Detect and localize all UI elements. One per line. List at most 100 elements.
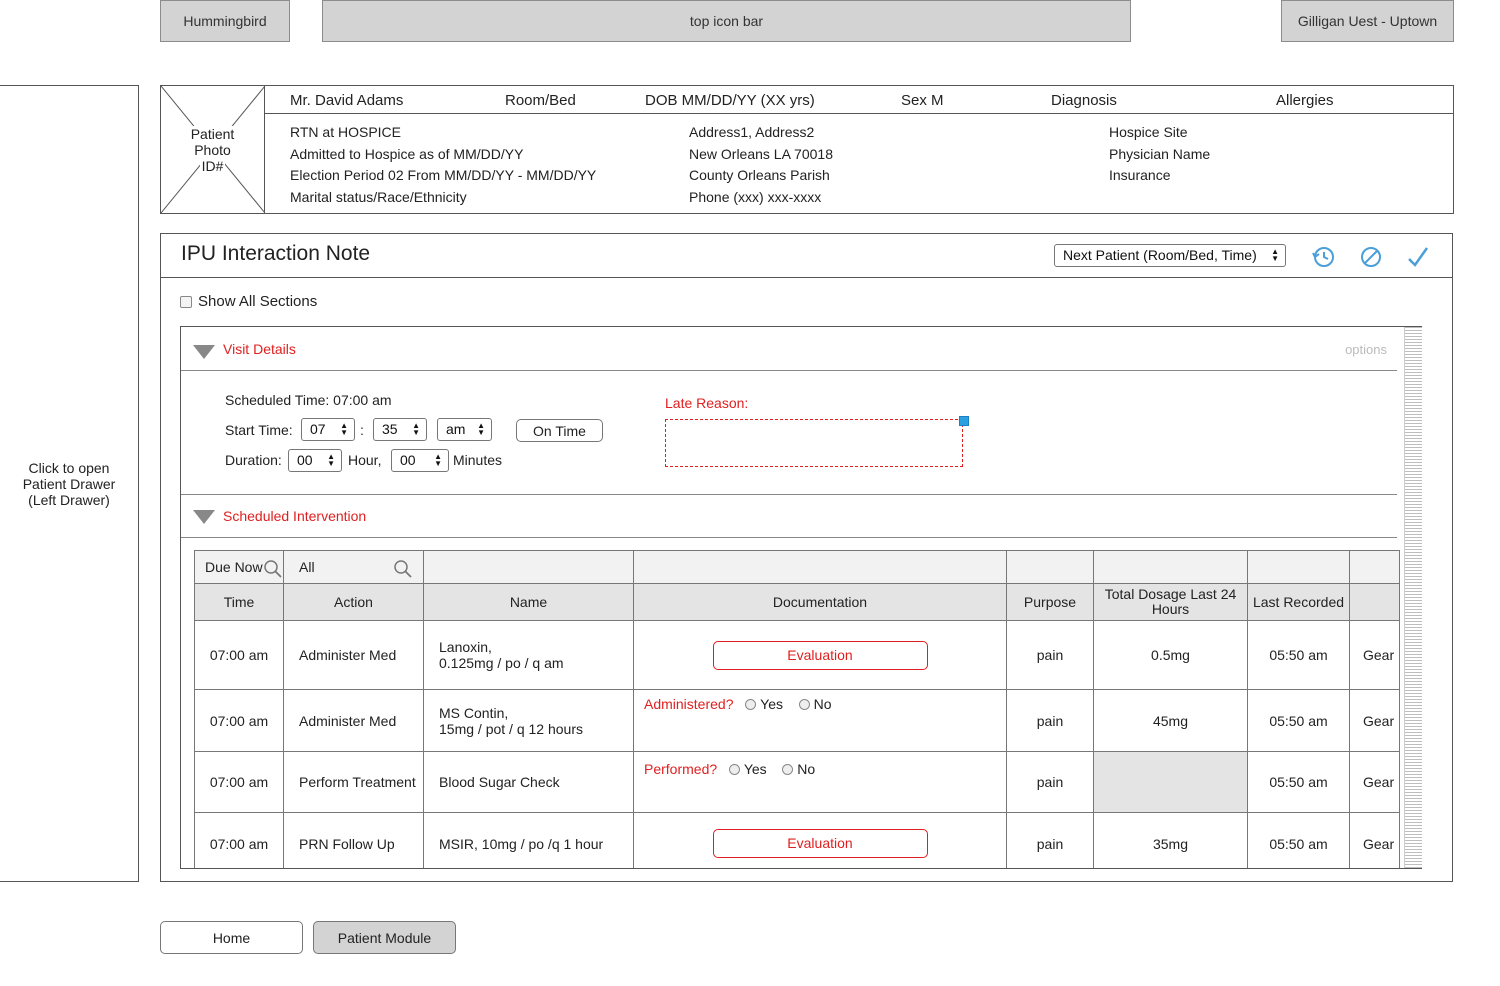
next-patient-select[interactable]: Next Patient (Room/Bed, Time) ▲ ▼	[1054, 244, 1286, 267]
col-header-documentation[interactable]: Documentation	[633, 583, 1007, 621]
patient-header: Patient Photo ID# Mr. David Adams Room/B…	[160, 85, 1454, 214]
med-name: MS Contin,	[439, 704, 509, 721]
photo-label-line: Photo	[192, 142, 233, 158]
radio-yes[interactable]	[745, 699, 757, 710]
start-ampm-select[interactable]: am ▲ ▼	[437, 418, 492, 441]
visit-details-header[interactable]: Visit Details options	[181, 327, 1397, 371]
patient-module-button[interactable]: Patient Module	[313, 921, 456, 954]
cancel-icon[interactable]	[1358, 244, 1384, 270]
select-arrows-icon: ▲ ▼	[327, 452, 335, 468]
yes-label: Yes	[760, 696, 784, 712]
collapse-triangle-icon	[193, 510, 215, 524]
cell-purpose: pain	[1006, 689, 1094, 752]
history-icon[interactable]	[1311, 244, 1337, 270]
select-arrows-icon: ▲ ▼	[340, 421, 348, 437]
options-link[interactable]: options	[1345, 342, 1387, 357]
duration-hours-select[interactable]: 00 ▲ ▼	[288, 449, 342, 472]
note-title-bar: IPU Interaction Note Next Patient (Room/…	[161, 234, 1452, 278]
cell-name: Lanoxin, 0.125mg / po / q am	[423, 620, 634, 690]
scheduled-intervention-header[interactable]: Scheduled Intervention	[181, 494, 1397, 538]
gear-button[interactable]: Gear	[1349, 620, 1400, 690]
photo-label: Patient Photo ID#	[161, 126, 264, 174]
radio-no[interactable]	[798, 699, 810, 710]
cell-action: PRN Follow Up	[283, 812, 424, 868]
info-line: Admitted to Hospice as of MM/DD/YY	[290, 145, 524, 162]
diagnosis: Diagnosis	[1051, 92, 1117, 109]
cell-action: Administer Med	[283, 620, 424, 690]
filter-cell	[1006, 550, 1094, 584]
info-line: New Orleans LA 70018	[689, 145, 833, 162]
evaluation-button[interactable]: Evaluation	[712, 829, 928, 858]
select-arrows-icon: ▲ ▼	[412, 421, 420, 437]
dob: DOB MM/DD/YY (XX yrs)	[645, 92, 815, 109]
cell-total-dosage: 35mg	[1093, 812, 1248, 868]
col-header-purpose[interactable]: Purpose	[1006, 583, 1094, 621]
duration-minutes-select[interactable]: 00 ▲ ▼	[391, 449, 449, 472]
due-now-filter[interactable]: Due Now	[194, 550, 284, 584]
cell-name: Blood Sugar Check	[423, 751, 634, 813]
user-location-button[interactable]: Gilligan Uest - Uptown	[1281, 0, 1454, 42]
patient-info-col2: Address1, Address2 New Orleans LA 70018 …	[689, 122, 833, 208]
start-ampm-value: am	[446, 421, 466, 437]
cell-action: Perform Treatment	[283, 751, 424, 813]
med-dose: 0.125mg / po / q am	[439, 655, 564, 671]
show-all-sections-checkbox[interactable]: Show All Sections	[180, 293, 317, 310]
late-reason-input[interactable]	[665, 419, 963, 467]
yes-label: Yes	[743, 761, 767, 777]
administered-question: Administered?	[644, 696, 734, 712]
radio-no[interactable]	[782, 764, 794, 775]
gear-button[interactable]: Gear	[1349, 751, 1400, 813]
note-handle-icon[interactable]	[959, 416, 969, 426]
checkbox-icon	[180, 295, 192, 308]
app-name-button[interactable]: Hummingbird	[160, 0, 290, 42]
scrollbar[interactable]	[1404, 327, 1422, 868]
duration-minutes-value: 00	[400, 452, 416, 468]
cell-last-recorded: 05:50 am	[1247, 689, 1350, 752]
start-minute-value: 35	[382, 421, 398, 437]
top-icon-bar[interactable]: top icon bar	[322, 0, 1131, 42]
cell-last-recorded: 05:50 am	[1247, 620, 1350, 690]
visit-details-title: Visit Details	[223, 341, 296, 357]
info-line: Marital status/Race/Ethnicity	[290, 188, 467, 205]
due-now-label: Due Now	[205, 559, 263, 575]
search-icon[interactable]	[393, 559, 413, 579]
col-header-time[interactable]: Time	[194, 583, 284, 621]
intervention-table: Due Now All Time Action Name Documentati…	[194, 550, 1400, 868]
filter-cell	[1247, 550, 1350, 584]
table-row: 07:00 am Administer Med MS Contin, 15mg …	[194, 689, 1400, 752]
evaluation-button[interactable]: Evaluation	[712, 640, 928, 670]
radio-yes[interactable]	[728, 764, 740, 775]
col-header-total-dosage[interactable]: Total Dosage Last 24 Hours	[1093, 583, 1248, 621]
table-row: 07:00 am Administer Med Lanoxin, 0.125mg…	[194, 620, 1400, 690]
app-name-label: Hummingbird	[183, 13, 267, 29]
on-time-button[interactable]: On Time	[516, 419, 603, 442]
home-button[interactable]: Home	[160, 921, 303, 954]
drawer-label-line: Patient Drawer	[22, 475, 116, 492]
scheduled-intervention-title: Scheduled Intervention	[223, 508, 367, 524]
start-hour-select[interactable]: 07 ▲ ▼	[301, 418, 355, 441]
gear-button[interactable]: Gear	[1349, 689, 1400, 752]
med-dose: 15mg / pot / q 12 hours	[439, 720, 583, 737]
drawer-label-line: Click to open	[28, 459, 110, 476]
col-header-name[interactable]: Name	[423, 583, 634, 621]
room-bed: Room/Bed	[505, 92, 576, 109]
search-icon[interactable]	[263, 559, 283, 579]
checkmark-icon[interactable]	[1405, 244, 1431, 270]
info-line: Insurance	[1109, 167, 1171, 183]
on-time-label: On Time	[533, 422, 586, 439]
no-label: No	[813, 696, 832, 712]
info-line: Phone (xxx) xxx-xxxx	[689, 188, 822, 205]
col-header-action[interactable]: Action	[283, 583, 424, 621]
cell-total-dosage	[1093, 751, 1248, 813]
patient-photo: Patient Photo ID#	[161, 86, 265, 213]
col-header-last-recorded[interactable]: Last Recorded	[1247, 583, 1350, 621]
start-hour-value: 07	[310, 421, 326, 437]
patient-drawer-toggle[interactable]: Click to open Patient Drawer (Left Drawe…	[0, 85, 139, 882]
action-filter[interactable]: All	[283, 550, 424, 584]
start-minute-select[interactable]: 35 ▲ ▼	[373, 418, 427, 441]
time-colon: :	[360, 422, 364, 438]
gear-button[interactable]: Gear	[1349, 812, 1400, 868]
home-label: Home	[212, 929, 251, 946]
info-line: Address1, Address2	[689, 124, 815, 140]
filter-row: Due Now All	[194, 550, 1400, 584]
